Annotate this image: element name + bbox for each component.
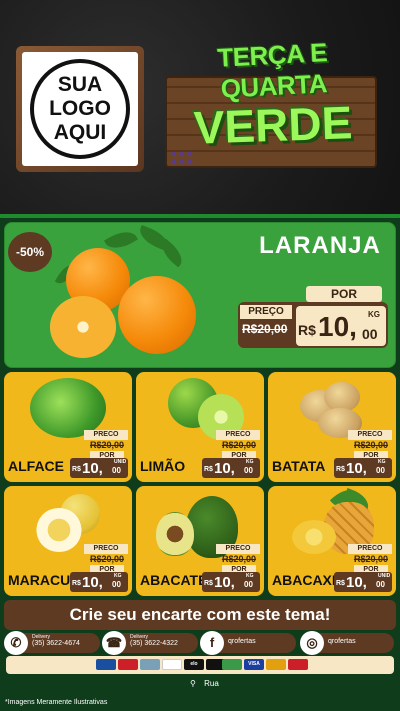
product-name: ABACAXI <box>272 572 336 588</box>
price: R$ 10, 00 UNID <box>334 572 392 592</box>
featured-por-label: POR <box>306 286 382 302</box>
whatsapp-icon: ✆ <box>4 631 28 655</box>
title-line-2: VERDE <box>192 96 354 154</box>
featured-price: R$ 10, 00 KG <box>296 306 386 346</box>
product-card-limao: LIMÃO PRECO R$20,00 POR R$ 10, 00 KG <box>136 372 264 482</box>
payment-card-mastercard <box>266 659 286 670</box>
product-card-maracuja: MARACUJÁ PRECO R$20,00 POR R$ 10, 00 KG <box>4 486 132 596</box>
old-price: R$20,00 <box>221 554 256 564</box>
product-name: ABACATE <box>140 572 208 588</box>
contact-whatsapp[interactable]: ✆ Delivery (35) 3622-4674 <box>4 631 100 655</box>
disclaimer: *Imagens Meramente Ilustrativas <box>5 699 108 706</box>
orange-image <box>46 225 206 358</box>
logo-line-3: AQUI <box>53 121 107 144</box>
payment-card-3 <box>140 659 160 670</box>
price-integer: 10, <box>318 311 357 342</box>
preco-label: PRECO <box>348 544 392 554</box>
payment-card-10 <box>288 659 308 670</box>
contact-facebook[interactable]: f qrofertas <box>200 631 296 655</box>
price: R$ 10, 00 KG <box>334 458 392 478</box>
logo-line-1: SUA <box>57 73 103 96</box>
price-decimal: 00 <box>362 326 378 342</box>
price: R$ 10, 00 UNID <box>70 458 128 478</box>
product-name: BATATA <box>272 458 326 474</box>
phone-icon: ☎ <box>102 631 126 655</box>
instagram-icon: ◎ <box>300 631 324 655</box>
payment-card-elo: elo <box>184 659 204 670</box>
preco-label: PRECO <box>84 544 128 554</box>
product-name: LIMÃO <box>140 458 186 474</box>
price: R$ 10, 00 KG <box>202 572 260 592</box>
price: R$ 10, 00 KG <box>202 458 260 478</box>
location-label: Rua <box>204 679 219 688</box>
logo-placeholder: SUA LOGO AQUI <box>30 59 130 159</box>
old-price: R$20,00 <box>89 554 124 564</box>
old-price: R$20,00 <box>353 440 388 450</box>
location-pin-icon: ⚲ <box>190 679 196 688</box>
contact-value: qrofertas <box>328 638 356 645</box>
preco-label: PRECO <box>216 430 260 440</box>
payment-card-4 <box>162 659 182 670</box>
contact-value: (35) 3622-4322 <box>130 640 178 647</box>
old-price: R$20,00 <box>221 440 256 450</box>
contact-value: (35) 3622-4674 <box>32 640 80 647</box>
logo-line-2: LOGO <box>49 97 111 120</box>
product-name: ALFACE <box>8 458 64 474</box>
product-card-abacaxi: ABACAXI PRECO R$20,00 POR R$ 10, 00 UNID <box>268 486 396 596</box>
featured-product-name: LARANJA <box>259 232 381 259</box>
payment-card-1 <box>96 659 116 670</box>
cta-banner[interactable]: Crie seu encarte com este tema! <box>4 600 396 630</box>
product-card-batata: BATATA PRECO R$20,00 POR R$ 10, 00 KG <box>268 372 396 482</box>
contact-instagram[interactable]: ◎ qrofertas <box>300 631 394 655</box>
location: ⚲ Rua <box>190 679 219 688</box>
logo-frame: SUA LOGO AQUI <box>16 46 144 172</box>
old-price: R$20,00 <box>89 440 124 450</box>
price: R$ 10, 00 KG <box>70 572 128 592</box>
currency-symbol: R$ <box>298 322 316 338</box>
product-card-abacate: ABACATE PRECO R$20,00 POR R$ 10, 00 KG <box>136 486 264 596</box>
facebook-icon: f <box>200 631 224 655</box>
featured-preco-label: PREÇO <box>240 305 292 319</box>
contact-phone[interactable]: ☎ Delivery (35) 3622-4322 <box>102 631 198 655</box>
product-card-alface: ALFACE PRECO R$20,00 POR R$ 10, 00 UNID <box>4 372 132 482</box>
payment-card-2 <box>118 659 138 670</box>
old-price: R$20,00 <box>353 554 388 564</box>
preco-label: PRECO <box>84 430 128 440</box>
price-unit: KG <box>368 310 380 319</box>
preco-label: PRECO <box>216 544 260 554</box>
preco-label: PRECO <box>348 430 392 440</box>
contact-value: qrofertas <box>228 638 256 645</box>
payment-card-7 <box>222 659 242 670</box>
payment-card-visa: VISA <box>244 659 264 670</box>
featured-old-price: R$20,00 <box>242 322 288 336</box>
